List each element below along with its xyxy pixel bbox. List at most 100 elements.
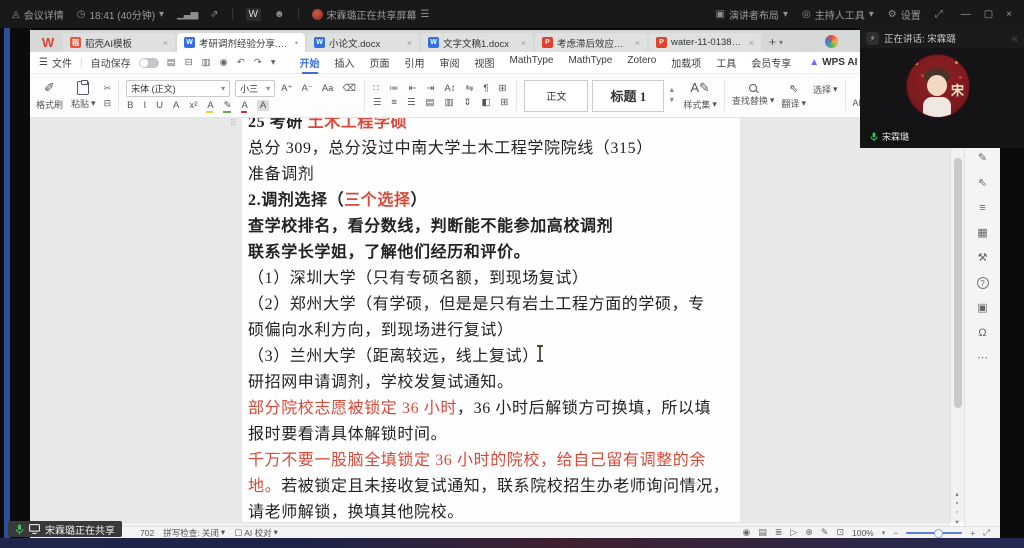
document-tab[interactable]: W 小论文.docx × — [307, 33, 419, 52]
fit-page-icon[interactable]: ⊡ — [836, 527, 844, 538]
wps-ai-button[interactable]: ▲ WPS AI — [809, 57, 857, 68]
fullscreen-icon[interactable]: ⤢ — [935, 9, 943, 20]
select-button[interactable]: ⇖ 翻译 ▾ — [781, 77, 806, 114]
style-gallery-down-icon[interactable]: ▼ — [668, 97, 675, 104]
zoom-slider[interactable] — [906, 529, 963, 538]
network-signal-icon[interactable]: ▁▃▅ — [177, 9, 198, 20]
menu-tab-Zotero[interactable]: Zotero — [621, 53, 662, 72]
align-right-icon[interactable]: ☰ — [406, 97, 417, 108]
menu-tab-视图[interactable]: 视图 — [469, 53, 501, 72]
scroll-up-icon[interactable]: ▴ — [955, 490, 958, 498]
document-line[interactable]: 报时要看清具体解锁时间。 — [248, 422, 672, 448]
tab-close-icon[interactable]: × — [521, 38, 526, 48]
document-line[interactable]: （1）深圳大学（只有专硕名额，到现场复试） — [248, 266, 672, 292]
bullet-list-icon[interactable]: ∷ — [372, 83, 380, 94]
autosave-toggle[interactable] — [138, 57, 159, 68]
document-line[interactable]: 千万不要一股脑全填锁定 36 小时的院校，给自己留有调整的余 — [248, 448, 705, 474]
document-line[interactable]: 查学校排名，看分数线，判断能不能参加高校调剂 — [248, 214, 672, 240]
scroll-down-icon[interactable]: ▾ — [955, 518, 958, 526]
collapse-panel-icon[interactable]: « — [1011, 31, 1018, 45]
document-line[interactable]: （3）兰州大学（距离较远，线上复试） — [248, 344, 672, 370]
strikethrough-button[interactable]: A — [172, 100, 180, 111]
menu-tab-MathType[interactable]: MathType — [504, 53, 560, 72]
document-tab[interactable]: Pwater-11-01385 (2).pdf × — [649, 33, 761, 52]
print-preview-icon[interactable]: ◉ — [220, 57, 228, 68]
select-browse-icon[interactable]: ▫ — [956, 509, 958, 516]
redo-icon[interactable]: ↷ — [254, 57, 262, 68]
menu-tab-工具[interactable]: 工具 — [710, 53, 742, 72]
eye-protect-icon[interactable]: ◉ — [743, 527, 751, 538]
wps-logo[interactable]: W — [33, 32, 63, 52]
shading-icon[interactable]: ◧ — [480, 97, 491, 108]
indent-icon[interactable]: ⇥ — [425, 83, 435, 94]
document-line[interactable]: 准备调剂 — [248, 162, 672, 188]
vertical-scrollbar[interactable] — [950, 118, 964, 522]
document-page[interactable]: 25 考研 土木工程学硕 总分 309，总分没过中南大学土木工程学院院线（315）… — [242, 118, 740, 522]
shared-app-icon[interactable]: W — [245, 7, 261, 21]
output-icon[interactable]: ⊟ — [185, 57, 193, 68]
show-marks-icon[interactable]: ⊞ — [498, 83, 508, 94]
document-line[interactable]: 总分 309，总分没过中南大学土木工程学院院线（315） — [248, 136, 672, 162]
document-area[interactable]: ⠿ 25 考研 土木工程学硕 总分 309，总分没过中南大学土木工程学院院线（31… — [30, 118, 950, 522]
cut-icon[interactable]: ✂ — [104, 83, 112, 94]
more-tools-icon[interactable]: ⋯ — [977, 352, 988, 364]
document-line[interactable]: 请老师解锁，换填其他院校。 — [248, 500, 672, 522]
sharing-indicator[interactable]: 宋霖璐正在共享 — [8, 521, 122, 537]
spellcheck-status[interactable]: 拼写检查: 关闭 ▾ — [163, 527, 225, 539]
paste-button[interactable]: 粘贴 ▾ — [71, 79, 96, 110]
document-line[interactable]: 25 考研 土木工程学硕 — [248, 118, 672, 136]
bold-button[interactable]: B — [126, 100, 134, 111]
page-view-icon[interactable]: ▤ — [758, 527, 767, 538]
menu-tab-插入[interactable]: 插入 — [329, 53, 361, 72]
style-normal[interactable]: 正文 — [524, 79, 589, 112]
select-menu[interactable]: 选择 ▾ — [813, 75, 838, 114]
menu-tab-加载项[interactable]: 加载项 — [665, 53, 707, 72]
maximize-button[interactable]: ▢ — [984, 9, 993, 20]
distribute-icon[interactable]: ▥ — [443, 97, 454, 108]
annotate-pen-icon[interactable]: ✎ — [978, 152, 987, 164]
align-center-icon[interactable]: ≡ — [390, 97, 398, 108]
read-mode-icon[interactable]: ▷ — [790, 527, 797, 538]
scrollbar-thumb[interactable] — [954, 158, 962, 408]
highlight-color-button[interactable]: A — [206, 100, 214, 113]
document-line[interactable]: 部分院校志愿被锁定 36 小时，36 小时后解锁方可换填，所以填 — [248, 396, 711, 422]
headset-icon[interactable]: Ω — [978, 327, 986, 339]
save-icon[interactable]: ▤ — [167, 57, 176, 68]
underline-button[interactable]: U — [155, 100, 164, 111]
line-spacing-icon[interactable]: ⇕ — [462, 97, 472, 108]
zoom-level[interactable]: 100% — [852, 528, 874, 538]
more-commands-icon[interactable]: ▾ — [271, 57, 276, 68]
tab-close-icon[interactable]: × — [749, 38, 754, 48]
document-line[interactable]: 研招网申请调剂，学校发复试通知。 — [248, 370, 672, 396]
select-cursor-icon[interactable]: ⇖ — [978, 177, 987, 189]
close-button[interactable]: × — [1006, 9, 1012, 20]
font-name-select[interactable]: 宋体 (正文) ▾ — [126, 80, 231, 97]
document-tab[interactable]: W 考研调剂经验分享.docx • — [177, 33, 305, 52]
meeting-details-button[interactable]: ◬ 会议详情 — [12, 7, 64, 22]
word-count[interactable]: 702 — [140, 528, 154, 538]
text-effects-icon[interactable]: Aa — [321, 83, 335, 94]
prev-page-icon[interactable]: ▪ — [956, 500, 958, 507]
sharing-banner[interactable]: 宋霖璐正在共享屏幕 ☰ — [311, 7, 429, 22]
style-set-button[interactable]: A✎ 样式集 ▾ — [683, 80, 717, 111]
account-sync-icon[interactable] — [825, 35, 838, 48]
menu-tab-会员专享[interactable]: 会员专享 — [745, 53, 797, 72]
italic-button[interactable]: I — [142, 100, 147, 111]
number-list-icon[interactable]: ≔ — [388, 83, 400, 94]
style-heading1[interactable]: 标题 1 — [592, 79, 665, 112]
document-tab[interactable]: P 考虑滞后效应与吸附作用的 × — [535, 33, 647, 52]
edit-mode-icon[interactable]: ✎ — [821, 527, 829, 538]
clear-format-icon[interactable]: ⌫ — [341, 83, 356, 94]
menu-tab-MathType[interactable]: MathType — [562, 53, 618, 72]
host-tools-button[interactable]: ◎ 主持人工具 ▾ — [802, 7, 874, 22]
tab-list-icon[interactable]: ▾ — [779, 38, 783, 47]
menu-tab-审阅[interactable]: 审阅 — [434, 53, 466, 72]
new-tab-button[interactable]: + — [769, 35, 776, 49]
document-line[interactable]: 2.调剂选择（三个选择） — [248, 188, 672, 214]
document-line[interactable]: （2）郑州大学（有学硕，但是是只有岩土工程方面的学硕，专 — [248, 292, 704, 318]
format-painter-button[interactable]: ✐ 格式刷 — [36, 80, 63, 111]
menu-tab-页面[interactable]: 页面 — [364, 53, 396, 72]
style-gallery-up-icon[interactable]: ▲ — [668, 87, 675, 94]
fullscreen-toggle-icon[interactable]: ⤢ — [983, 527, 990, 538]
document-line[interactable]: 联系学长学姐，了解他们经历和评价。 — [248, 240, 672, 266]
